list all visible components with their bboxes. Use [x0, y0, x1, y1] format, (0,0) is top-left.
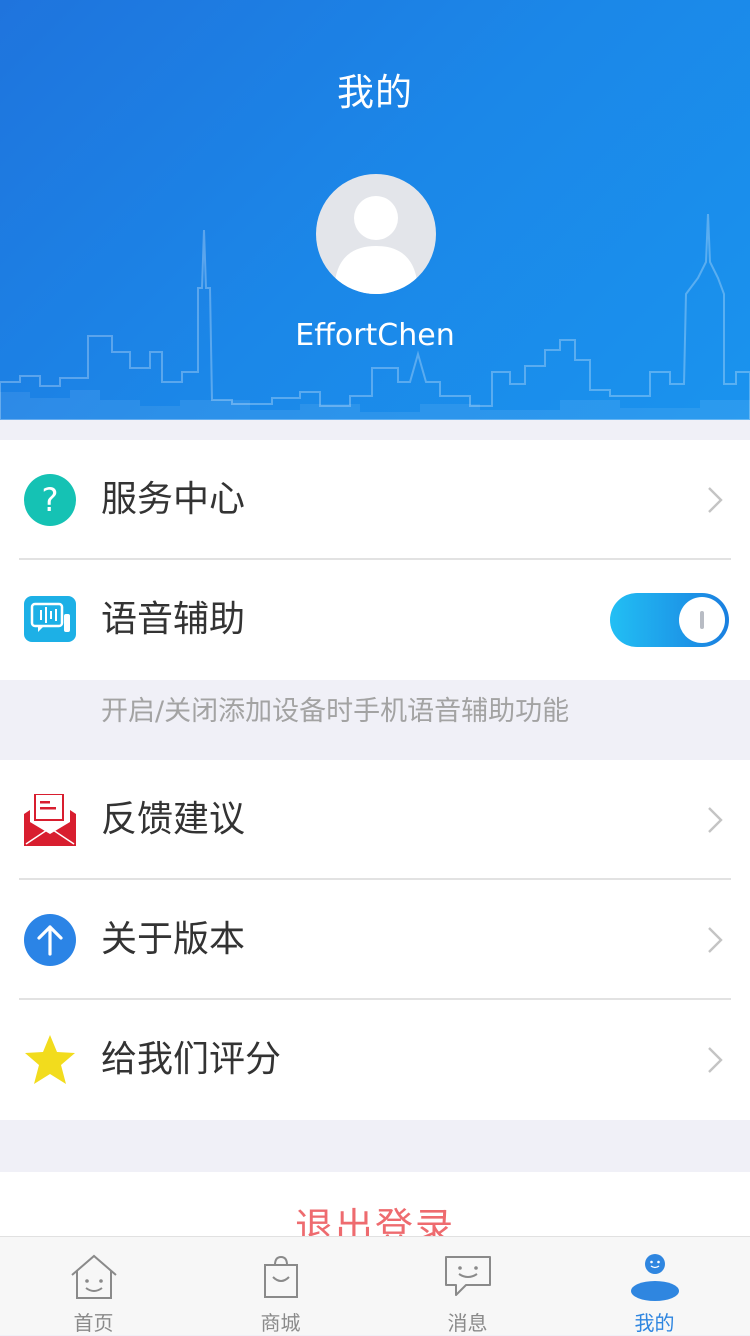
menu-item-label: 关于版本 [101, 919, 246, 960]
svg-text:?: ? [42, 481, 59, 519]
menu-item-label: 语音辅助 [101, 599, 246, 640]
shopping-bag-icon [264, 1255, 298, 1298]
menu-item-label: 给我们评分 [101, 1039, 282, 1080]
tab-label: 商城 [260, 1311, 301, 1335]
mail-feedback-icon [24, 794, 76, 846]
bottom-tab-bar: 首页 商城 消息 我的 [0, 1236, 750, 1335]
page-title: 我的 [337, 71, 413, 114]
chevron-right-icon [708, 1047, 723, 1073]
menu-item-about-version[interactable]: 关于版本 [0, 880, 750, 1000]
chevron-right-icon [708, 927, 723, 953]
voice-assist-toggle[interactable] [610, 593, 729, 647]
tab-mall[interactable]: 商城 [187, 1237, 374, 1335]
menu-item-label: 反馈建议 [101, 799, 246, 840]
message-icon [445, 1256, 491, 1296]
avatar[interactable] [316, 174, 436, 294]
logout-button[interactable]: 退出登录 [0, 1172, 750, 1236]
menu-group-services: ? 服务中心 语音辅助 [0, 440, 750, 680]
default-user-icon [334, 196, 418, 294]
home-icon [71, 1254, 117, 1299]
tab-messages[interactable]: 消息 [374, 1237, 561, 1335]
arrow-up-icon [24, 914, 76, 966]
tab-home[interactable]: 首页 [0, 1237, 187, 1335]
tab-label: 消息 [447, 1311, 488, 1335]
voice-assist-hint: 开启/关闭添加设备时手机语音辅助功能 [101, 696, 570, 727]
menu-item-feedback[interactable]: 反馈建议 [0, 760, 750, 880]
username: EffortChen [295, 318, 455, 353]
profile-header: 我的 EffortChen [0, 0, 750, 420]
menu-item-voice-assist: 语音辅助 [0, 560, 750, 680]
toggle-knob [679, 597, 725, 643]
menu-item-service-center[interactable]: ? 服务中心 [0, 440, 750, 560]
menu-group-about: 反馈建议 关于版本 给我们评分 [0, 760, 750, 1120]
tab-label: 我的 [634, 1311, 675, 1335]
question-icon: ? [24, 474, 76, 526]
tab-label: 首页 [73, 1311, 114, 1335]
profile-icon [631, 1254, 679, 1301]
star-icon [25, 1035, 75, 1084]
logout-label: 退出登录 [294, 1205, 455, 1236]
chevron-right-icon [708, 487, 723, 513]
voice-chat-icon [24, 596, 76, 642]
menu-item-rate-us[interactable]: 给我们评分 [0, 1000, 750, 1120]
menu-item-label: 服务中心 [101, 479, 246, 520]
chevron-right-icon [708, 807, 723, 833]
tab-mine[interactable]: 我的 [561, 1237, 748, 1335]
